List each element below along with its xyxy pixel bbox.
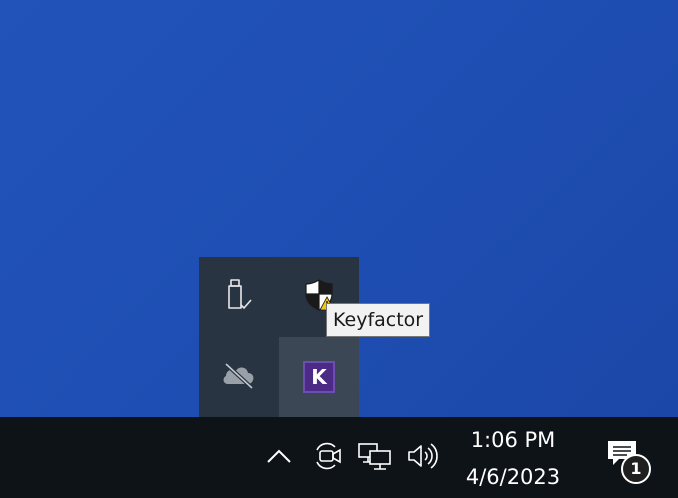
onedrive-offline-icon [220,360,258,394]
volume-button[interactable] [404,417,442,498]
clock-time: 1:06 PM [470,428,556,452]
keyfactor-tooltip: Keyfactor [326,303,431,337]
meet-now-camera-icon [313,441,343,475]
keyfactor-glyph: K [311,365,327,389]
clock-button[interactable]: 1:06 PM 4/6/2023 [448,417,578,498]
tray-item-safely-remove-hardware[interactable] [199,257,279,337]
notification-count-badge: 1 [621,454,651,484]
network-icon [358,441,392,475]
chevron-up-icon [265,446,293,470]
taskbar: 1:06 PM 4/6/2023 [0,417,678,498]
meet-now-button[interactable] [310,417,346,498]
tray-item-onedrive[interactable] [199,337,279,417]
show-hidden-icons-button[interactable] [262,417,296,498]
volume-icon [406,441,440,475]
tray-item-keyfactor[interactable]: K [279,337,359,417]
usb-drive-icon [221,277,257,317]
clock-date: 4/6/2023 [465,465,561,489]
screen: K Keyfactor 1:06 PM 4/6/2023 1 [0,0,678,498]
network-button[interactable] [356,417,394,498]
keyfactor-icon: K [303,361,335,393]
tray-overflow-flyout: K [199,257,359,417]
